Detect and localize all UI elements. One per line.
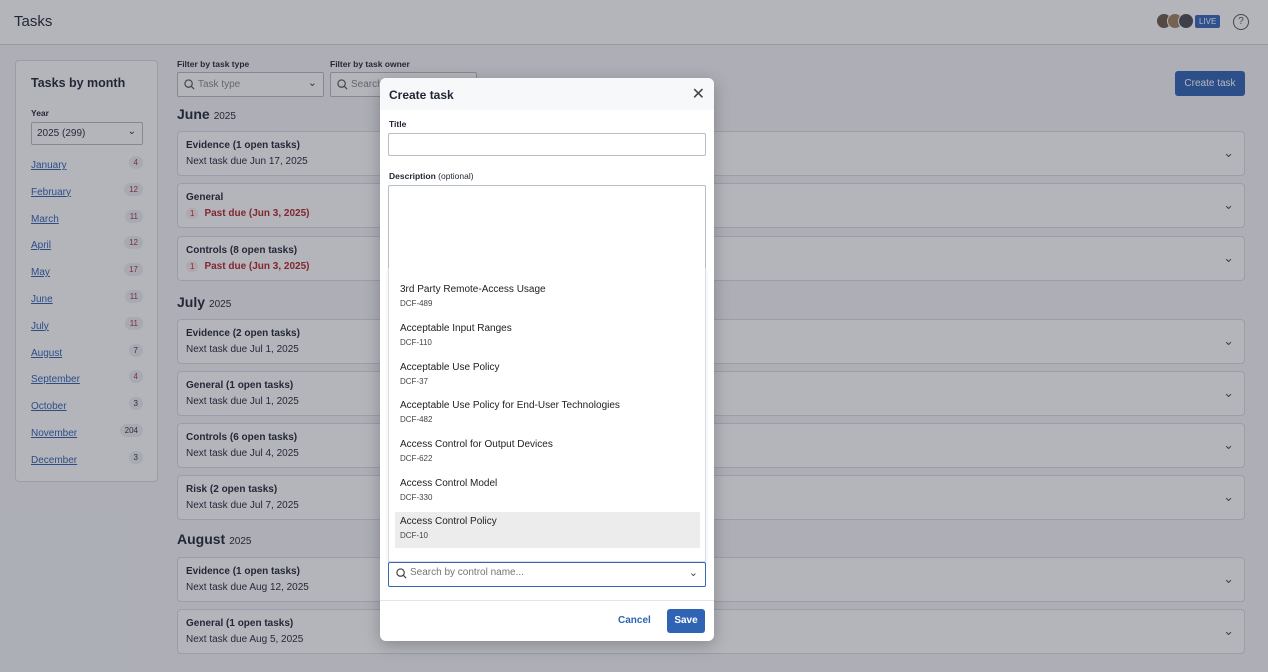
- search-icon: [396, 568, 407, 579]
- title-input[interactable]: [388, 133, 706, 156]
- control-option-name: Access Control for Output Devices: [400, 439, 553, 450]
- control-option-name: Access Control Model: [400, 478, 498, 489]
- modal-footer: Cancel Save: [380, 600, 714, 641]
- control-option[interactable]: 3rd Party Remote-Access Usage DCF-489: [395, 280, 700, 316]
- control-option[interactable]: Access Control Policy DCF-10: [395, 512, 700, 548]
- control-option-name: Acceptable Use Policy for End-User Techn…: [400, 400, 620, 411]
- control-option[interactable]: Access Control Model DCF-330: [395, 474, 700, 510]
- control-search-combobox[interactable]: ⌄: [388, 562, 706, 587]
- control-option[interactable]: Acceptable Use Policy for End-User Techn…: [395, 396, 700, 432]
- description-label-text: Description: [389, 171, 436, 181]
- modal-header: Create task ✕: [380, 78, 714, 110]
- control-option-name: Acceptable Use Policy: [400, 362, 500, 373]
- control-search-input[interactable]: [410, 567, 680, 578]
- close-icon[interactable]: ✕: [692, 84, 705, 104]
- control-options-list: 3rd Party Remote-Access Usage DCF-489 Acce…: [388, 268, 706, 562]
- chevron-down-icon[interactable]: ⌄: [689, 566, 698, 579]
- control-option[interactable]: Acceptable Input Ranges DCF-110: [395, 319, 700, 355]
- modal-title: Create task: [389, 88, 454, 102]
- optional-hint: (optional): [438, 171, 474, 181]
- save-button[interactable]: Save: [667, 609, 705, 633]
- control-option-code: DCF-330: [400, 493, 433, 502]
- control-option[interactable]: Acceptable Use Policy DCF-37: [395, 358, 700, 394]
- description-textarea[interactable]: [388, 185, 706, 269]
- control-option[interactable]: Access Control for Output Devices DCF-622: [395, 435, 700, 471]
- control-option-code: DCF-622: [400, 454, 433, 463]
- control-option-code: DCF-489: [400, 299, 433, 308]
- control-option-code: DCF-110: [400, 338, 432, 347]
- title-label: Title: [389, 119, 407, 129]
- description-label: Description (optional): [389, 171, 474, 181]
- cancel-button[interactable]: Cancel: [618, 615, 651, 626]
- control-option-name: Acceptable Input Ranges: [400, 323, 512, 334]
- control-option-code: DCF-37: [400, 377, 429, 386]
- control-option-name: Access Control Policy: [400, 516, 497, 527]
- control-option-name: 3rd Party Remote-Access Usage: [400, 284, 546, 295]
- control-option-code: DCF-482: [400, 415, 433, 424]
- create-task-modal: Create task ✕ Title Description (optiona…: [380, 78, 714, 641]
- control-option-code: DCF-10: [400, 531, 429, 540]
